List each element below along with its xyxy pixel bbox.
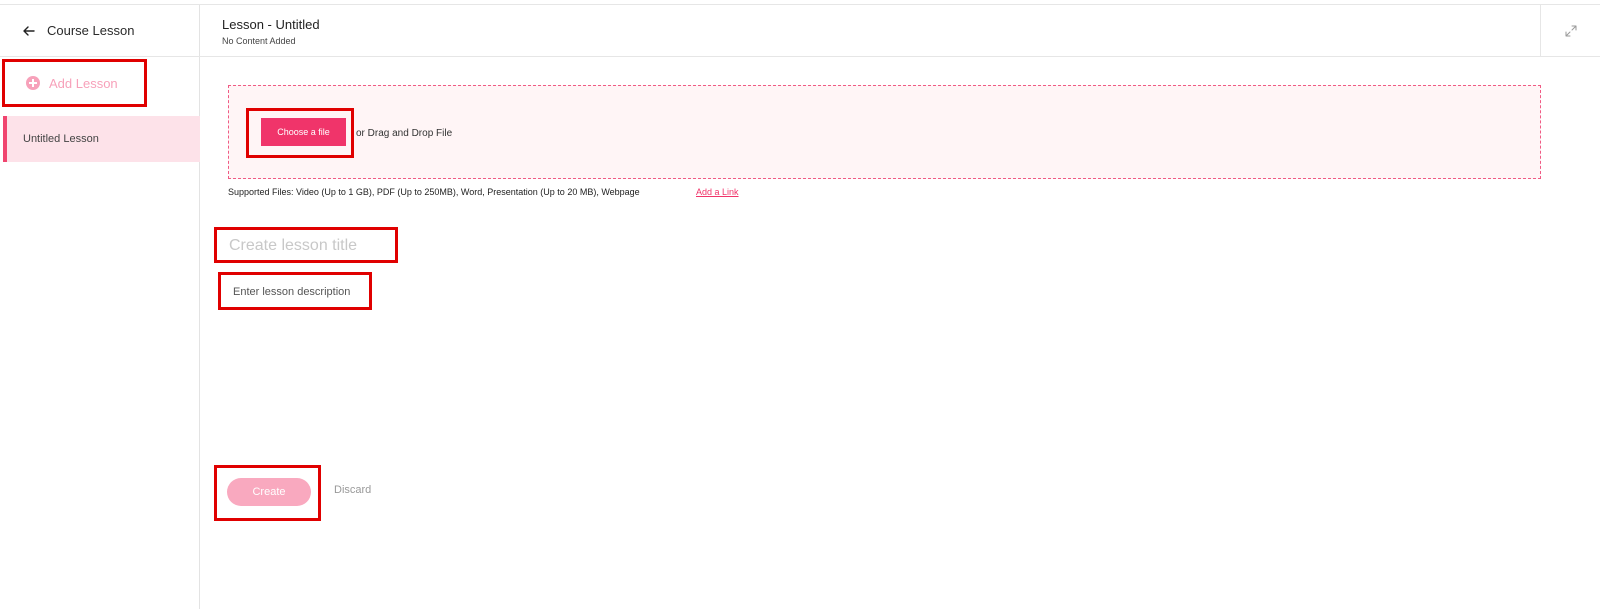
expand-icon [1565, 25, 1576, 37]
choose-file-button[interactable]: Choose a file [261, 118, 346, 146]
drag-drop-hint: or Drag and Drop File [356, 128, 453, 139]
lesson-title-input[interactable] [229, 235, 389, 257]
back-button[interactable] [22, 21, 36, 41]
sidebar-item-untitled-lesson[interactable]: Untitled Lesson [3, 116, 200, 162]
add-lesson-label: Add Lesson [49, 75, 118, 91]
lesson-header: Lesson - Untitled No Content Added [200, 5, 1600, 57]
lesson-item-label: Untitled Lesson [23, 133, 99, 145]
supported-files-text: Supported Files: Video (Up to 1 GB), PDF… [228, 187, 640, 197]
lesson-description-input[interactable] [233, 284, 363, 300]
arrow-left-icon [23, 26, 35, 36]
add-lesson-button[interactable]: Add Lesson [2, 59, 147, 107]
lesson-status: No Content Added [222, 36, 296, 46]
page-title: Lesson - Untitled [222, 17, 320, 32]
discard-button[interactable]: Discard [334, 484, 371, 496]
add-link[interactable]: Add a Link [696, 187, 739, 197]
plus-circle-icon [26, 76, 40, 90]
create-button[interactable]: Create [227, 478, 311, 506]
expand-button[interactable] [1540, 5, 1600, 57]
sidebar-title: Course Lesson [47, 23, 135, 38]
sidebar-header: Course Lesson [0, 5, 200, 57]
